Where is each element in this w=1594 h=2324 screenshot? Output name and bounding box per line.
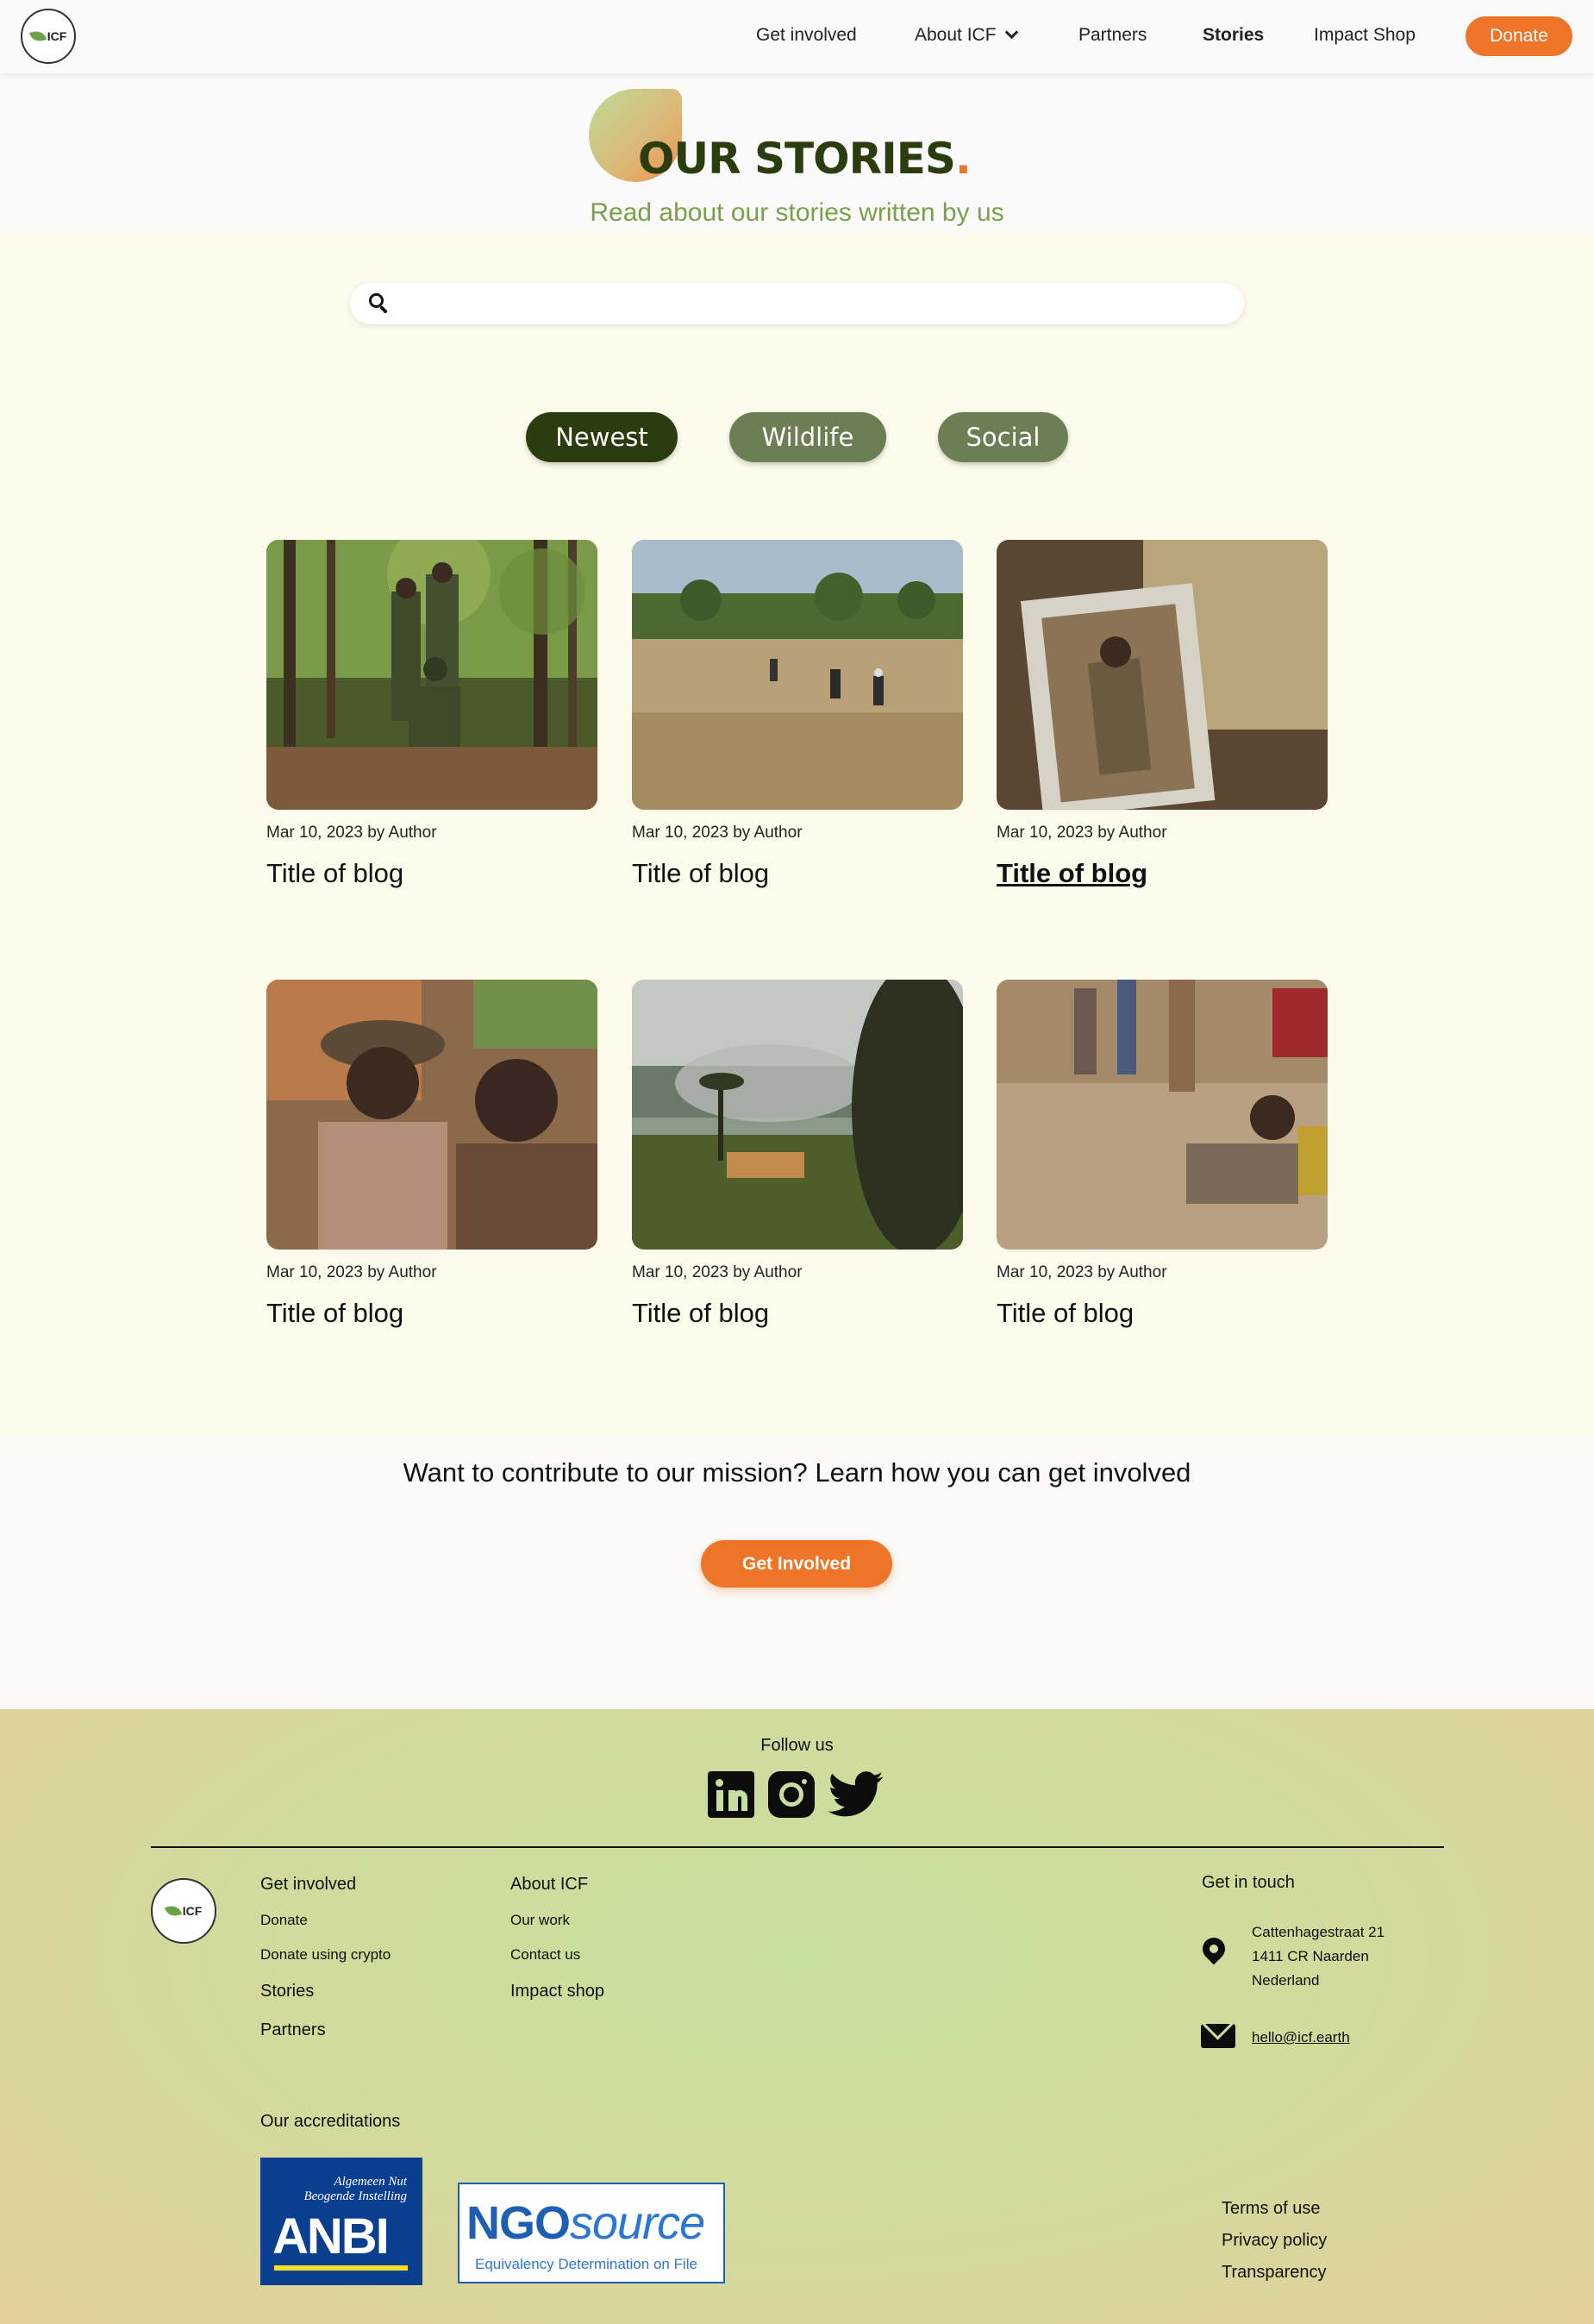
donate-button[interactable]: Donate bbox=[1466, 16, 1572, 56]
anbi-line1: Algemeen Nut bbox=[334, 2175, 407, 2189]
blog-card[interactable]: Mar 10, 2023 by Author Title of blog bbox=[266, 980, 597, 1329]
savanna-fire-photo[interactable] bbox=[632, 980, 963, 1250]
nav-about-icf[interactable]: About ICF bbox=[915, 25, 1018, 46]
blog-card[interactable]: Mar 10, 2023 by Author Title of blog bbox=[997, 980, 1328, 1329]
footer-icf-logo[interactable]: ICF bbox=[151, 1878, 216, 1944]
footer-contact-us[interactable]: Contact us bbox=[510, 1946, 580, 1964]
follow-us-label: Follow us bbox=[760, 1736, 834, 1755]
linkedin-icon[interactable] bbox=[708, 1771, 754, 1818]
blog-card[interactable]: Mar 10, 2023 by Author Title of blog bbox=[632, 540, 963, 889]
nav-about-label: About ICF bbox=[915, 25, 997, 45]
ngo-subtitle: Equivalency Determination on File bbox=[475, 2256, 697, 2272]
anbi-text: ANBI bbox=[272, 2208, 390, 2264]
nav-get-involved[interactable]: Get involved bbox=[756, 25, 857, 46]
get-in-touch-heading: Get in touch bbox=[1202, 1873, 1295, 1892]
nav-impact-shop[interactable]: Impact Shop bbox=[1314, 25, 1416, 46]
filter-newest[interactable]: Newest bbox=[526, 412, 678, 462]
get-involved-button[interactable]: Get Involved bbox=[701, 1540, 892, 1588]
blog-card[interactable]: Mar 10, 2023 by Author Title of blog bbox=[632, 980, 963, 1329]
address-line: 1411 CR Naarden bbox=[1252, 1948, 1369, 1964]
twitter-icon[interactable] bbox=[828, 1771, 885, 1818]
transparency-link[interactable]: Transparency bbox=[1222, 2263, 1327, 2283]
leaf-icon bbox=[164, 1904, 182, 1918]
filter-social[interactable]: Social bbox=[938, 412, 1068, 462]
post-title[interactable]: Title of blog bbox=[632, 858, 963, 889]
footer-donate[interactable]: Donate bbox=[260, 1912, 308, 1929]
post-meta: Mar 10, 2023 by Author bbox=[266, 1263, 437, 1281]
address: Cattenhagestraat 21 1411 CR Naarden Nede… bbox=[1252, 1920, 1385, 1993]
post-meta: Mar 10, 2023 by Author bbox=[632, 1263, 803, 1281]
page-title: OUR STORIES. bbox=[638, 134, 972, 184]
ngo-light: source bbox=[570, 2197, 705, 2249]
mail-icon bbox=[1201, 2024, 1235, 2048]
title-dot: . bbox=[954, 134, 972, 184]
footer-get-involved[interactable]: Get involved bbox=[260, 1875, 356, 1895]
anbi-line2: Beogende Instelling bbox=[303, 2189, 407, 2203]
chevron-down-icon bbox=[1004, 25, 1018, 40]
search-input[interactable] bbox=[400, 286, 1244, 321]
leaf-icon bbox=[28, 29, 47, 43]
search-icon bbox=[369, 293, 390, 314]
post-meta: Mar 10, 2023 by Author bbox=[997, 1263, 1167, 1281]
footer-donate-crypto[interactable]: Donate using crypto bbox=[260, 1946, 391, 1964]
blog-card[interactable]: Mar 10, 2023 by Author Title of blog bbox=[997, 540, 1328, 889]
cta-text: Want to contribute to our mission? Learn… bbox=[403, 1457, 1191, 1488]
logo-text: ICF bbox=[182, 1904, 203, 1918]
page-subtitle: Read about our stories written by us bbox=[590, 198, 1004, 227]
privacy-link[interactable]: Privacy policy bbox=[1222, 2231, 1327, 2251]
patrol-in-grassland-photo[interactable] bbox=[632, 540, 963, 810]
instagram-icon[interactable] bbox=[768, 1771, 815, 1818]
footer-stories[interactable]: Stories bbox=[260, 1982, 314, 2001]
address-line: Cattenhagestraat 21 bbox=[1252, 1924, 1385, 1940]
page-title-text: OUR STORIES bbox=[638, 134, 956, 184]
post-meta: Mar 10, 2023 by Author bbox=[632, 824, 803, 842]
rangers-in-forest-photo[interactable] bbox=[266, 540, 597, 810]
post-meta: Mar 10, 2023 by Author bbox=[997, 824, 1167, 842]
email-link[interactable]: hello@icf.earth bbox=[1252, 2029, 1350, 2046]
footer-divider bbox=[151, 1846, 1444, 1848]
top-nav: ICF Get involved About ICF Partners Stor… bbox=[0, 0, 1594, 73]
logo-text: ICF bbox=[47, 29, 67, 43]
footer-partners[interactable]: Partners bbox=[260, 2020, 326, 2040]
nav-stories[interactable]: Stories bbox=[1203, 25, 1264, 46]
ngosource-logo[interactable]: NGOsource Equivalency Determination on F… bbox=[458, 2183, 725, 2283]
footer-about-icf[interactable]: About ICF bbox=[510, 1875, 588, 1895]
footer-impact-shop[interactable]: Impact shop bbox=[510, 1982, 604, 2001]
anbi-logo[interactable]: Algemeen Nut Beogende Instelling ANBI bbox=[260, 2158, 422, 2285]
post-meta: Mar 10, 2023 by Author bbox=[266, 824, 437, 842]
filter-wildlife[interactable]: Wildlife bbox=[729, 412, 886, 462]
search-bar[interactable] bbox=[350, 283, 1244, 324]
post-title[interactable]: Title of blog bbox=[997, 858, 1328, 889]
icf-logo[interactable]: ICF bbox=[21, 9, 76, 64]
post-title[interactable]: Title of blog bbox=[266, 1298, 597, 1329]
post-title[interactable]: Title of blog bbox=[997, 1298, 1328, 1329]
blog-card[interactable]: Mar 10, 2023 by Author Title of blog bbox=[266, 540, 597, 889]
memorial-framed-photo[interactable] bbox=[997, 540, 1328, 810]
nav-partners[interactable]: Partners bbox=[1078, 25, 1147, 46]
address-line: Nederland bbox=[1252, 1972, 1320, 1989]
post-title[interactable]: Title of blog bbox=[266, 858, 597, 889]
accreditations-heading: Our accreditations bbox=[260, 2112, 401, 2131]
post-title[interactable]: Title of blog bbox=[632, 1298, 963, 1329]
ngo-bold: NGO bbox=[466, 2197, 571, 2249]
terms-link[interactable]: Terms of use bbox=[1222, 2199, 1320, 2219]
children-village-photo[interactable] bbox=[997, 980, 1328, 1250]
footer-our-work[interactable]: Our work bbox=[510, 1912, 570, 1929]
village-elders-photo[interactable] bbox=[266, 980, 597, 1250]
